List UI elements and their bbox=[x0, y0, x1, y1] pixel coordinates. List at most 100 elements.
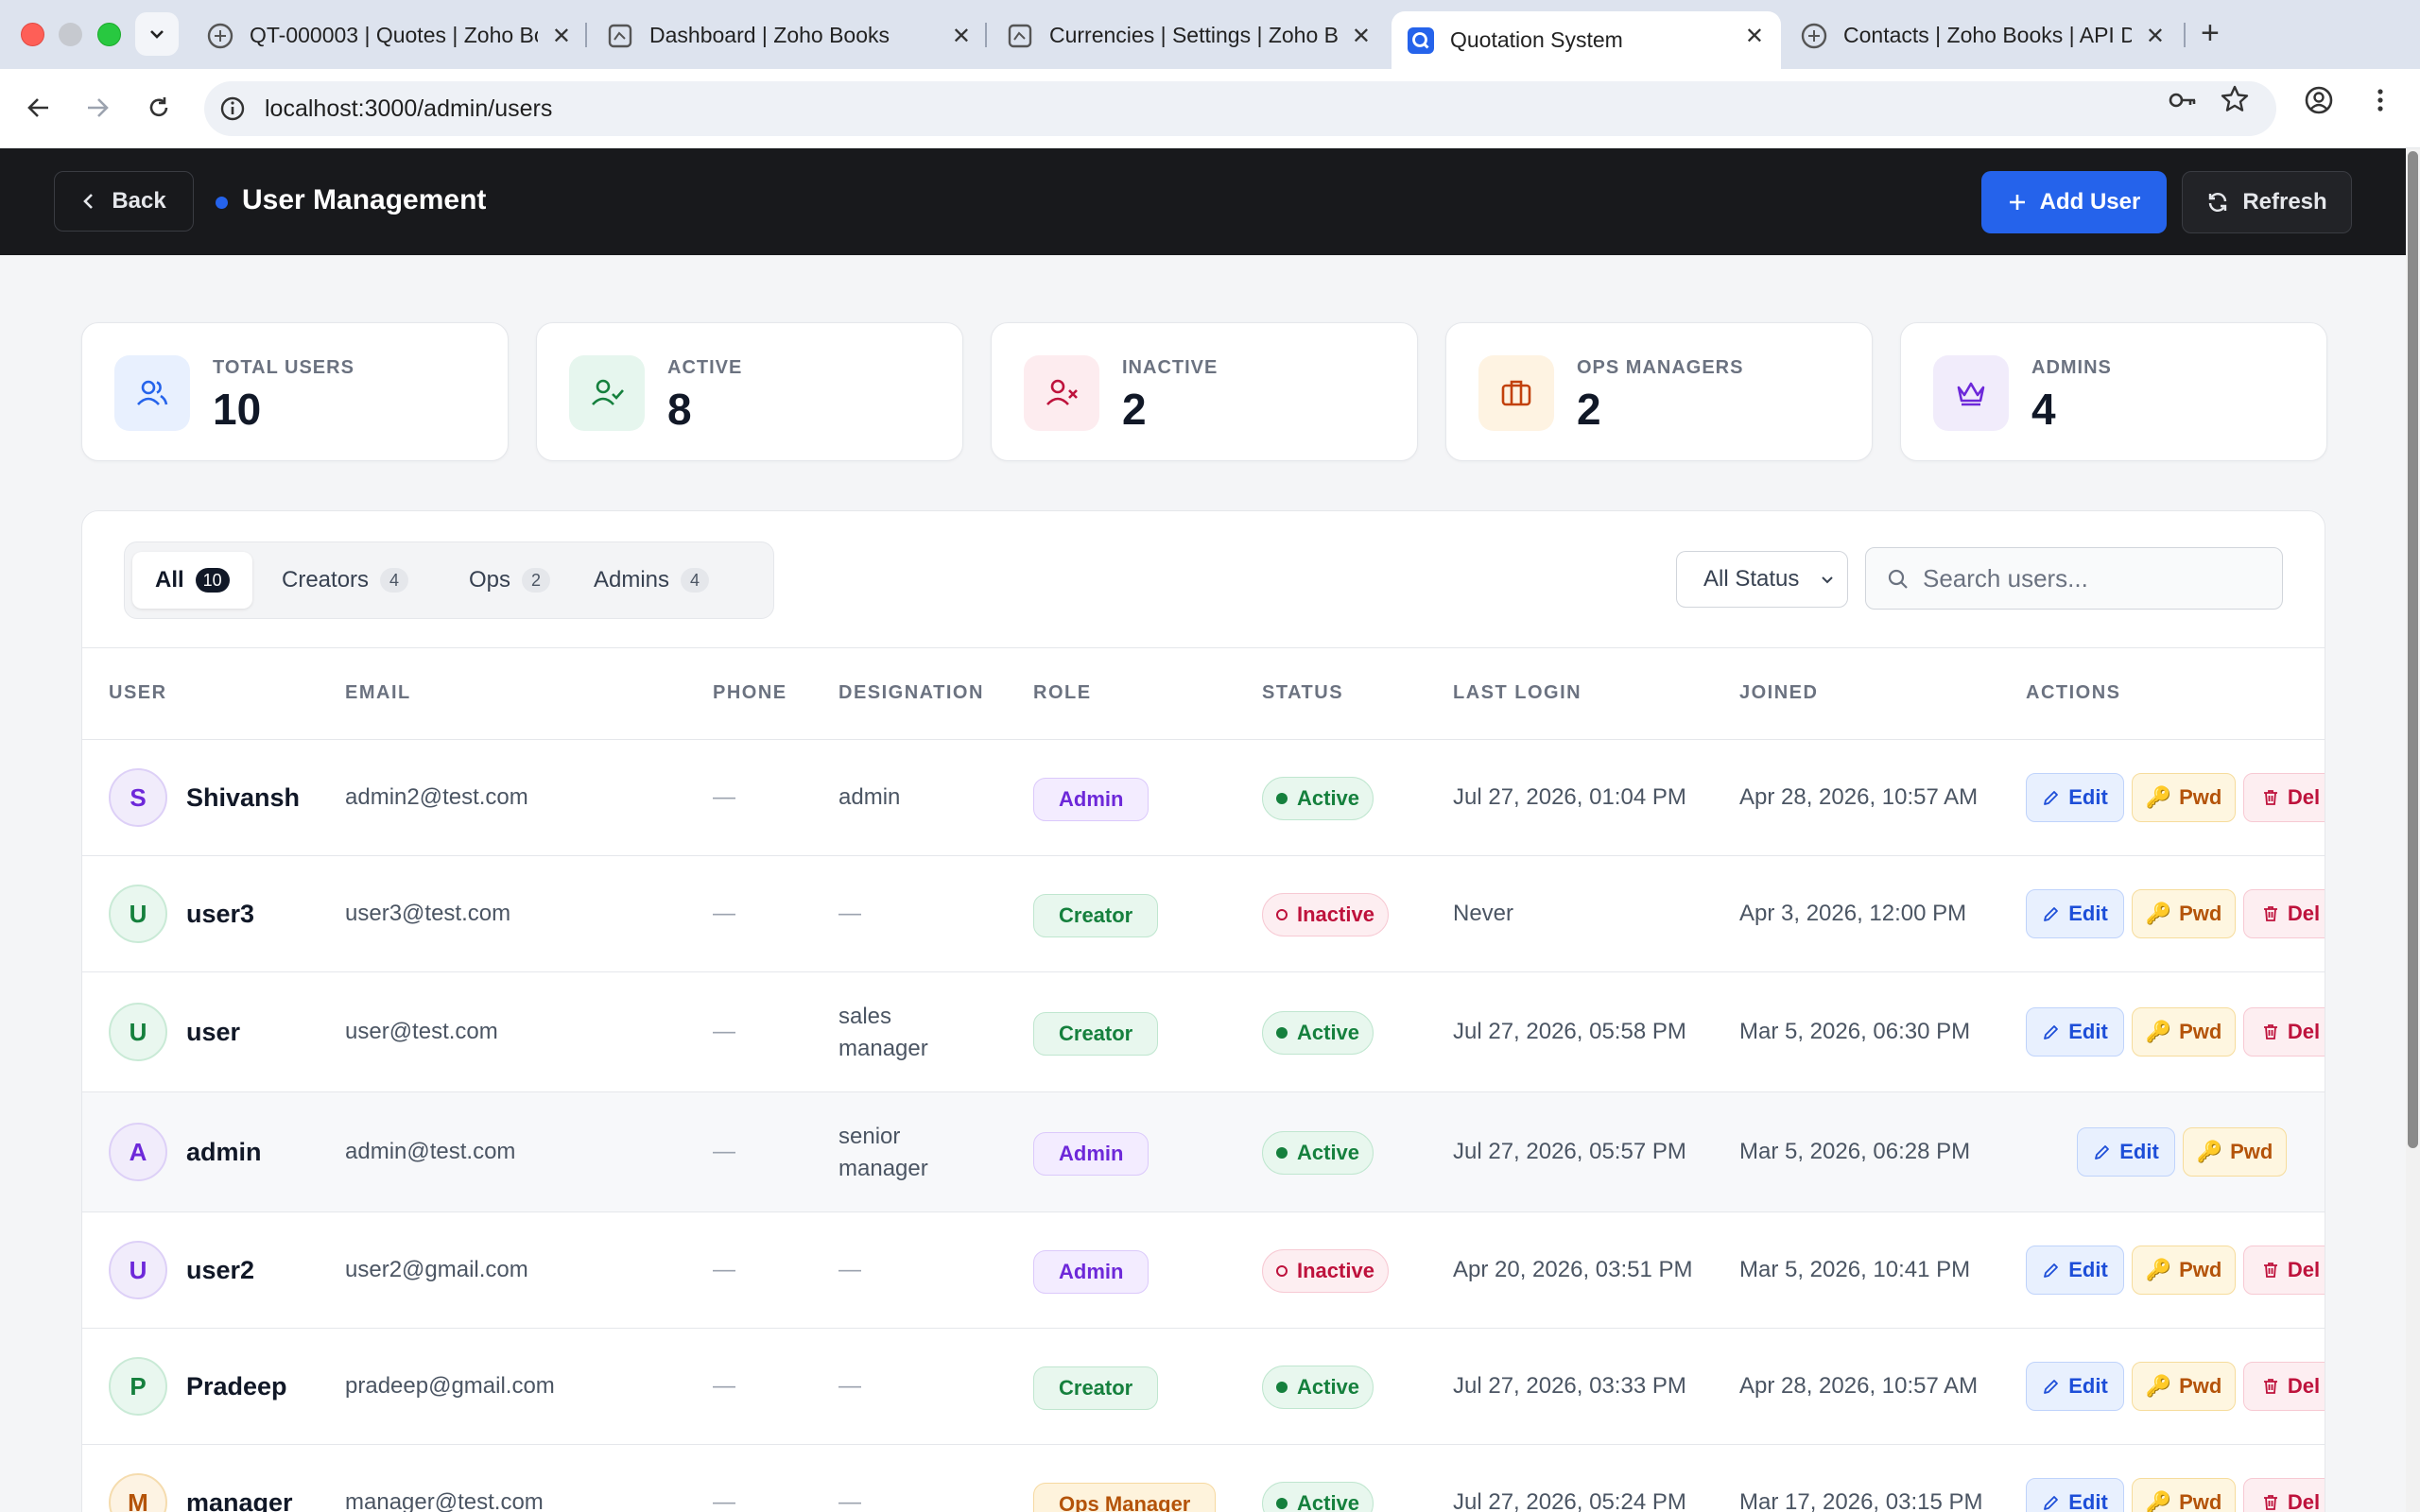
table-row[interactable]: M manager manager@test.com — — Ops Manag… bbox=[82, 1445, 2325, 1512]
edit-button[interactable]: Edit bbox=[2026, 1246, 2124, 1295]
filter-tab-all[interactable]: All 10 bbox=[132, 552, 252, 609]
filter-tab-creators[interactable]: Creators 4 bbox=[259, 552, 431, 609]
status-badge: Active bbox=[1262, 777, 1374, 820]
filter-tab-count: 10 bbox=[195, 568, 230, 593]
chevron-left-icon bbox=[83, 194, 94, 209]
stat-label: ADMINS bbox=[2031, 357, 2112, 378]
joined-date: Mar 17, 2026, 03:15 PM bbox=[1739, 1489, 1983, 1512]
edit-button[interactable]: Edit bbox=[2026, 1007, 2124, 1057]
delete-button[interactable]: Del bbox=[2243, 1362, 2325, 1411]
pencil-icon bbox=[2095, 1145, 2110, 1160]
browser-tab-currencies[interactable]: Currencies | Settings | Zoho Books ✕ bbox=[991, 11, 1388, 60]
browser-tab-contacts[interactable]: Contacts | Zoho Books | API Docs ✕ bbox=[1785, 11, 2182, 60]
new-tab-button[interactable]: + bbox=[2201, 15, 2220, 52]
password-key-icon[interactable] bbox=[2167, 84, 2199, 121]
search-users-box[interactable] bbox=[1865, 547, 2283, 610]
browser-menu-icon[interactable] bbox=[2371, 84, 2390, 121]
delete-button[interactable]: Del bbox=[2243, 1246, 2325, 1295]
status-text: Inactive bbox=[1297, 1259, 1374, 1282]
bookmark-star-icon[interactable] bbox=[2220, 84, 2250, 119]
reload-icon bbox=[149, 97, 168, 117]
filter-tab-admins[interactable]: Admins 4 bbox=[571, 552, 732, 609]
pwd-label: Pwd bbox=[2179, 1258, 2222, 1281]
search-input[interactable] bbox=[1923, 559, 2263, 597]
delete-button[interactable]: Del bbox=[2243, 889, 2325, 938]
refresh-button[interactable]: Refresh bbox=[2182, 171, 2352, 233]
browser-tab-dashboard[interactable]: Dashboard | Zoho Books ✕ bbox=[591, 11, 988, 60]
table-row[interactable]: U user user@test.com — sales manager Cre… bbox=[82, 972, 2325, 1092]
browser-tab-quotation-system[interactable]: Quotation System ✕ bbox=[1392, 11, 1781, 69]
table-row[interactable]: U user2 user2@gmail.com — — Admin Inacti… bbox=[82, 1212, 2325, 1329]
password-button[interactable]: 🔑 Pwd bbox=[2132, 1246, 2236, 1295]
table-row[interactable]: A admin admin@test.com — senior manager … bbox=[82, 1092, 2325, 1212]
profile-icon[interactable] bbox=[2303, 84, 2335, 121]
edit-button[interactable]: Edit bbox=[2077, 1127, 2175, 1177]
user-designation: senior manager bbox=[838, 1124, 928, 1181]
role-badge: Creator bbox=[1033, 1366, 1159, 1410]
stat-card-ops-managers: OPS MANAGERS 2 bbox=[1445, 322, 1873, 461]
edit-button[interactable]: Edit bbox=[2026, 1362, 2124, 1411]
user-designation: — bbox=[838, 901, 861, 926]
password-button[interactable]: 🔑 Pwd bbox=[2183, 1127, 2287, 1177]
password-button[interactable]: 🔑 Pwd bbox=[2132, 773, 2236, 822]
site-info-icon[interactable] bbox=[219, 95, 246, 127]
add-user-button[interactable]: Add User bbox=[1981, 171, 2167, 233]
edit-button[interactable]: Edit bbox=[2026, 1478, 2124, 1512]
pwd-label: Pwd bbox=[2179, 1374, 2222, 1398]
close-tab-icon[interactable]: ✕ bbox=[2146, 23, 2165, 50]
close-tab-icon[interactable]: ✕ bbox=[1745, 23, 1764, 50]
column-header-joined: JOINED bbox=[1739, 682, 1819, 703]
delete-button[interactable]: Del bbox=[2243, 1478, 2325, 1512]
role-badge: Admin bbox=[1033, 1250, 1150, 1294]
arrow-left-icon bbox=[27, 98, 48, 117]
back-button[interactable]: Back bbox=[54, 171, 194, 232]
key-icon: 🔑 bbox=[2145, 902, 2172, 925]
maximize-window-button[interactable] bbox=[97, 23, 121, 46]
table-row[interactable]: U user3 user3@test.com — — Creator Inact… bbox=[82, 856, 2325, 972]
edit-button[interactable]: Edit bbox=[2026, 889, 2124, 938]
page-scrollbar-thumb[interactable] bbox=[2408, 151, 2418, 1148]
pwd-label: Pwd bbox=[2230, 1140, 2273, 1163]
table-row[interactable]: S Shivansh admin2@test.com — admin Admin… bbox=[82, 740, 2325, 856]
pencil-icon bbox=[2044, 1496, 2059, 1510]
user-phone: — bbox=[713, 1019, 735, 1044]
user-name: Shivansh bbox=[186, 783, 301, 812]
close-tab-icon[interactable]: ✕ bbox=[552, 23, 571, 50]
password-button[interactable]: 🔑 Pwd bbox=[2132, 1362, 2236, 1411]
pwd-label: Pwd bbox=[2179, 785, 2222, 809]
url-text[interactable]: localhost:3000/admin/users bbox=[265, 95, 552, 123]
joined-date: Mar 5, 2026, 10:41 PM bbox=[1739, 1257, 1971, 1282]
tab-search-button[interactable] bbox=[135, 12, 179, 56]
user-designation: admin bbox=[838, 784, 901, 810]
password-button[interactable]: 🔑 Pwd bbox=[2132, 1007, 2236, 1057]
back-nav-button[interactable] bbox=[17, 86, 60, 129]
browser-tab-quotes[interactable]: QT-000003 | Quotes | Zoho Books ✕ bbox=[191, 11, 588, 60]
avatar: P bbox=[109, 1357, 167, 1416]
edit-button[interactable]: Edit bbox=[2026, 773, 2124, 822]
forward-nav-button[interactable] bbox=[76, 86, 119, 129]
user-designation: sales manager bbox=[838, 1004, 928, 1061]
title-indicator-dot bbox=[216, 197, 228, 209]
user-name: Pradeep bbox=[186, 1372, 287, 1400]
close-window-button[interactable] bbox=[21, 23, 44, 46]
password-button[interactable]: 🔑 Pwd bbox=[2132, 1478, 2236, 1512]
table-row[interactable]: P Pradeep pradeep@gmail.com — — Creator … bbox=[82, 1329, 2325, 1445]
close-tab-icon[interactable]: ✕ bbox=[952, 23, 971, 50]
close-tab-icon[interactable]: ✕ bbox=[1352, 23, 1371, 50]
reload-button[interactable] bbox=[137, 86, 181, 129]
user-designation: — bbox=[838, 1373, 861, 1399]
stat-label: ACTIVE bbox=[667, 357, 743, 378]
filter-tab-ops[interactable]: Ops 2 bbox=[446, 552, 573, 609]
status-badge: Active bbox=[1262, 1131, 1374, 1175]
del-label: Del bbox=[2287, 1258, 2321, 1281]
role-badge: Admin bbox=[1033, 778, 1150, 821]
delete-button[interactable]: Del bbox=[2243, 1007, 2325, 1057]
address-bar[interactable]: localhost:3000/admin/users bbox=[204, 81, 2276, 136]
minimize-window-button[interactable] bbox=[59, 23, 82, 46]
zoho-icon bbox=[606, 22, 634, 50]
password-button[interactable]: 🔑 Pwd bbox=[2132, 889, 2236, 938]
search-icon bbox=[1888, 569, 1908, 589]
del-label: Del bbox=[2287, 1490, 2321, 1512]
delete-button[interactable]: Del bbox=[2243, 773, 2325, 822]
status-filter-select[interactable]: All Status bbox=[1676, 551, 1848, 608]
